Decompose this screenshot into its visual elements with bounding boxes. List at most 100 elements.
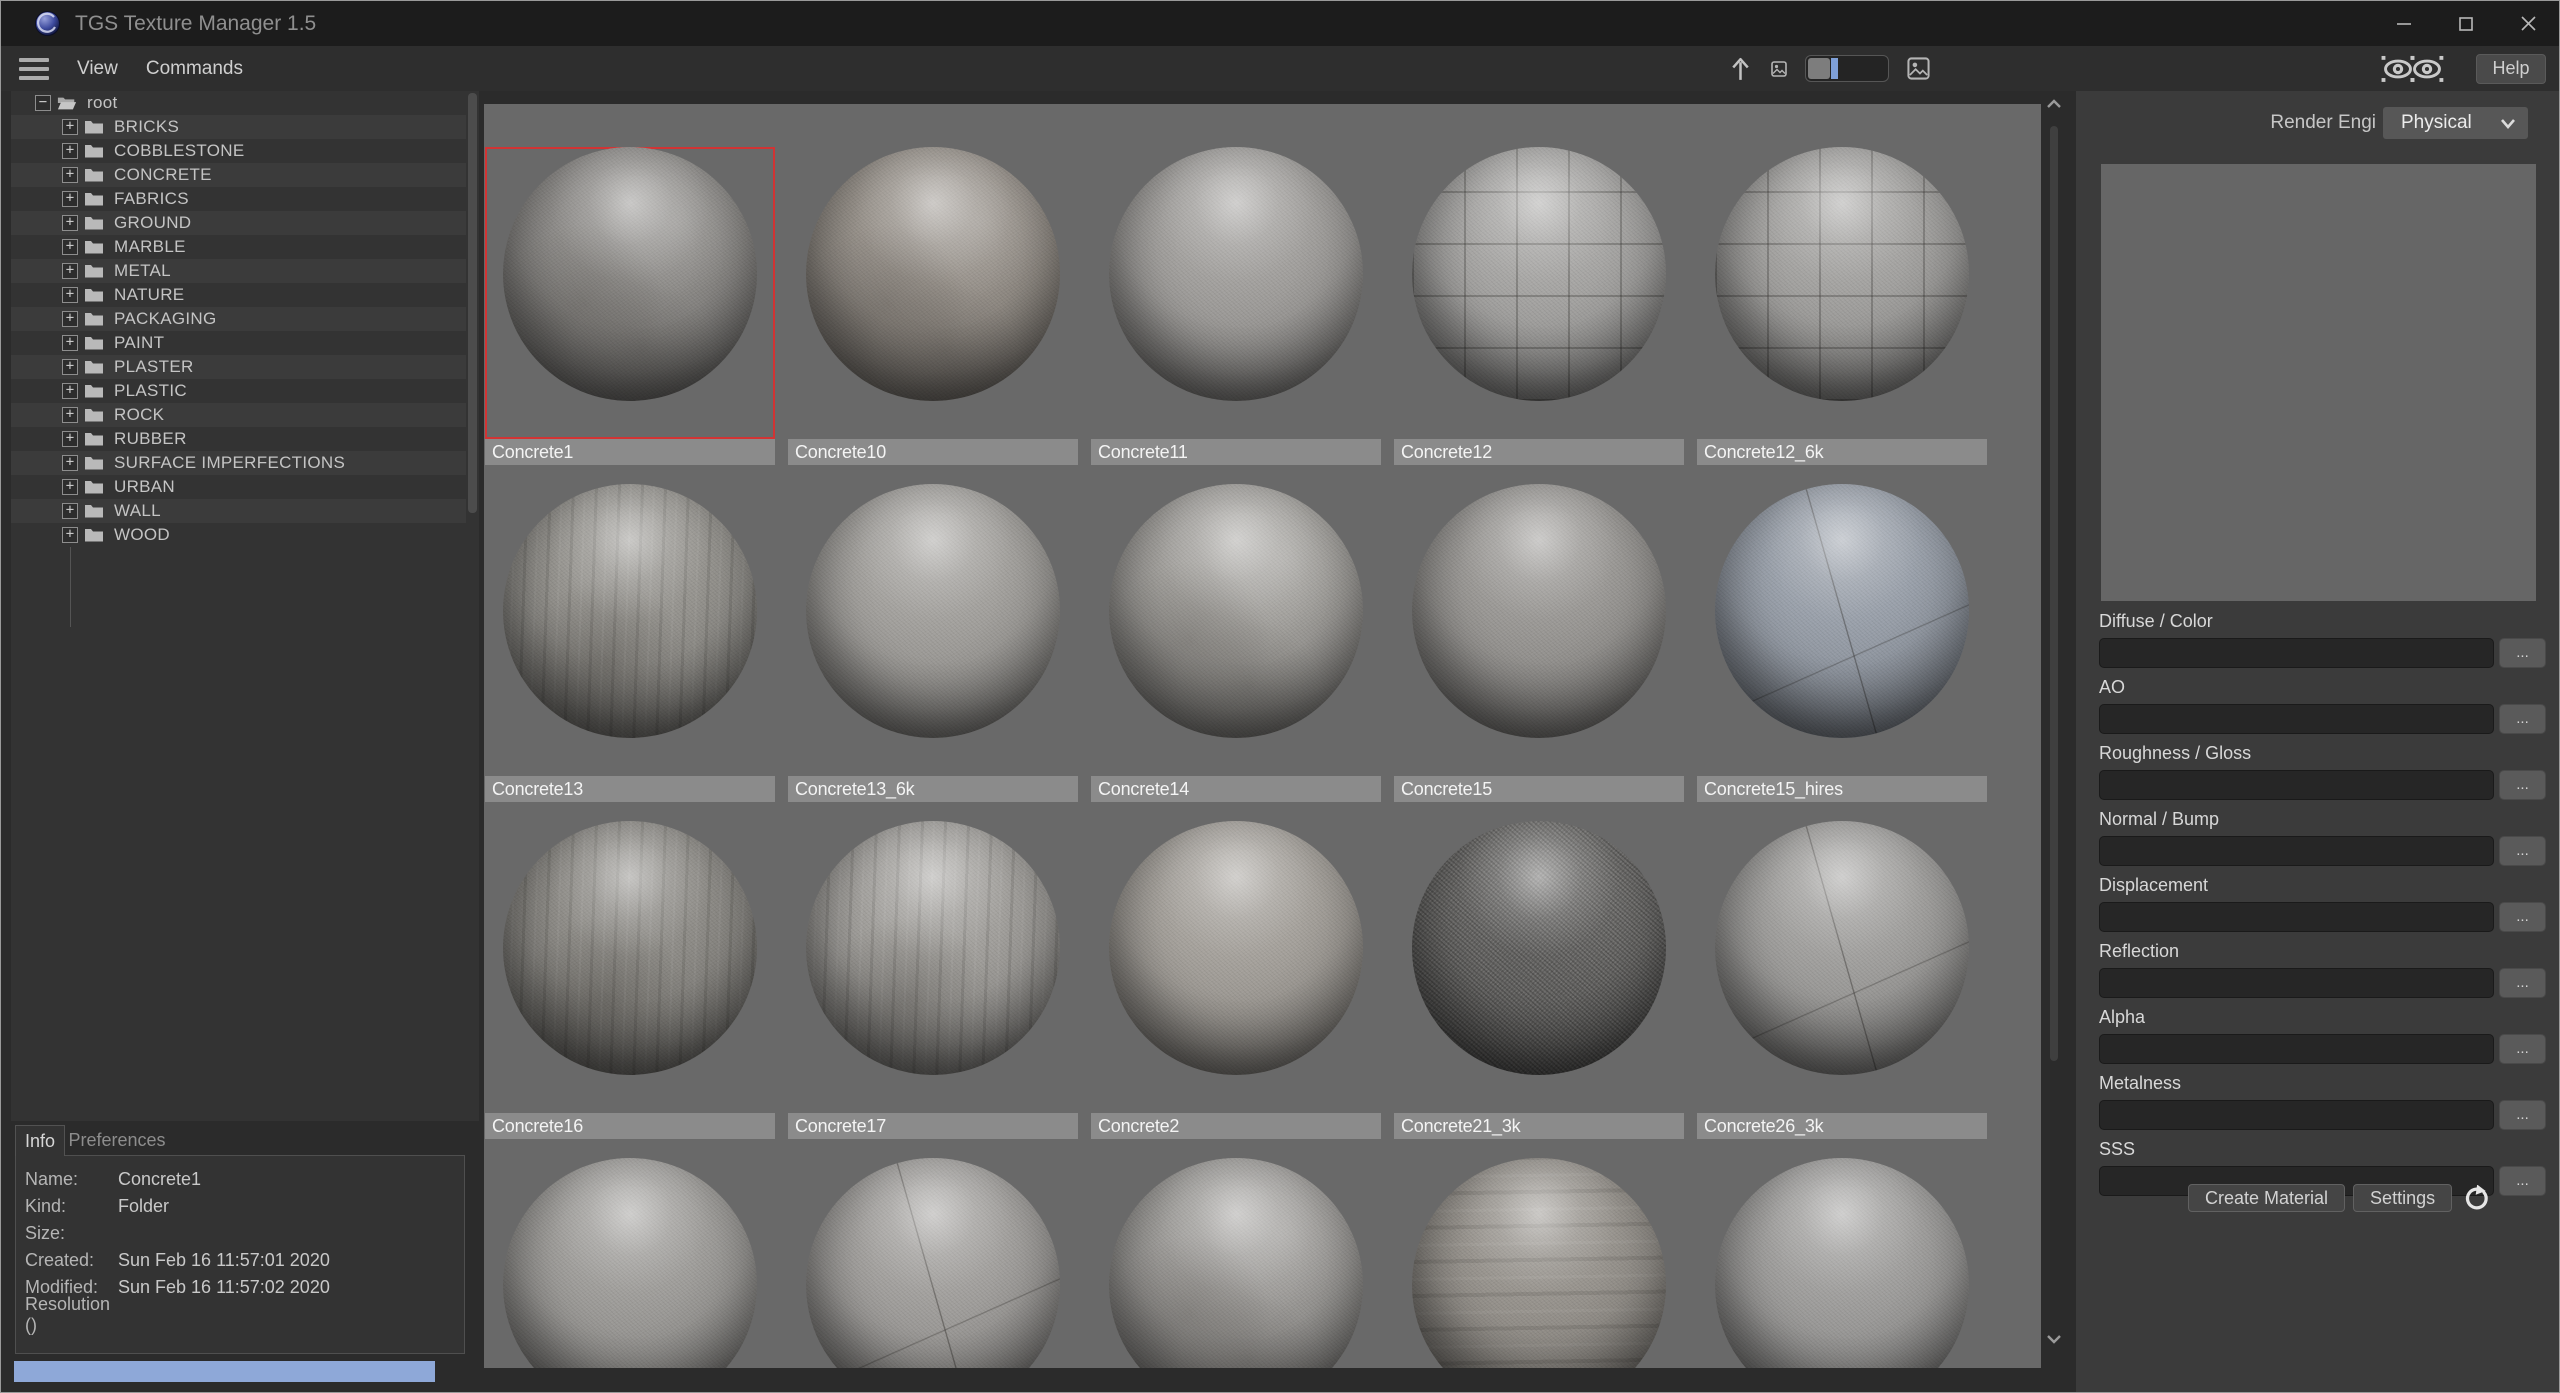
tree-folder-item[interactable]: + PLASTER <box>11 355 466 379</box>
chevron-up-icon[interactable] <box>2046 98 2062 110</box>
tree-folder-item[interactable]: + WALL <box>11 499 466 523</box>
texture-tile[interactable]: Concrete16 <box>485 802 775 1139</box>
expand-plus-icon[interactable]: + <box>62 335 78 351</box>
expand-plus-icon[interactable]: + <box>62 383 78 399</box>
texture-slot-input[interactable] <box>2099 638 2494 668</box>
expand-plus-icon[interactable]: + <box>62 143 78 159</box>
texture-slot-browse-button[interactable]: ... <box>2499 1166 2546 1196</box>
texture-tile[interactable]: Concrete17 <box>788 802 1078 1139</box>
texture-slot-input[interactable] <box>2099 1100 2494 1130</box>
chevron-down-icon[interactable] <box>2046 1333 2062 1345</box>
create-material-button[interactable]: Create Material <box>2188 1184 2346 1212</box>
texture-preview-sphere[interactable] <box>788 147 1078 439</box>
texture-preview-sphere[interactable] <box>1697 821 1987 1113</box>
expand-plus-icon[interactable]: + <box>62 287 78 303</box>
expand-plus-icon[interactable]: + <box>62 455 78 471</box>
tab-preferences[interactable]: Preferences <box>67 1125 167 1155</box>
texture-tile[interactable]: Concrete11 <box>1091 128 1381 465</box>
slider-handle[interactable] <box>1808 58 1830 79</box>
texture-slot-input[interactable] <box>2099 704 2494 734</box>
texture-tile[interactable]: Concrete15_hires <box>1697 465 1987 802</box>
texture-slot-browse-button[interactable]: ... <box>2499 1034 2546 1064</box>
close-button[interactable] <box>2497 1 2559 46</box>
texture-slot-browse-button[interactable]: ... <box>2499 638 2546 668</box>
help-button[interactable]: Help <box>2476 53 2546 84</box>
texture-preview-sphere[interactable] <box>485 484 775 776</box>
texture-tile[interactable]: Concrete26_3k <box>1697 802 1987 1139</box>
tree-folder-item[interactable]: + MARBLE <box>11 235 466 259</box>
expand-plus-icon[interactable]: + <box>62 191 78 207</box>
maximize-button[interactable] <box>2435 1 2497 46</box>
tree-folder-item[interactable]: + PACKAGING <box>11 307 466 331</box>
render-engine-select[interactable]: Physical <box>2383 107 2528 139</box>
texture-slot-browse-button[interactable]: ... <box>2499 968 2546 998</box>
texture-slot-browse-button[interactable]: ... <box>2499 1100 2546 1130</box>
tree-scrollbar[interactable] <box>468 93 477 1117</box>
expand-plus-icon[interactable]: + <box>62 119 78 135</box>
texture-slot-input[interactable] <box>2099 902 2494 932</box>
texture-tile[interactable]: Concrete12 <box>1394 128 1684 465</box>
texture-preview-sphere[interactable] <box>485 821 775 1113</box>
expand-plus-icon[interactable]: + <box>62 407 78 423</box>
texture-tile[interactable]: Concrete10 <box>788 128 1078 465</box>
tab-info[interactable]: Info <box>15 1125 65 1156</box>
texture-tile[interactable]: Concrete12_6k <box>1697 128 1987 465</box>
tree-folder-item[interactable]: + WOOD <box>11 523 466 547</box>
minimize-button[interactable] <box>2373 1 2435 46</box>
hamburger-menu-icon[interactable] <box>19 57 49 80</box>
expand-plus-icon[interactable]: + <box>62 503 78 519</box>
texture-slot-browse-button[interactable]: ... <box>2499 902 2546 932</box>
tree-folder-item[interactable]: + PAINT <box>11 331 466 355</box>
tree-folder-item[interactable]: + NATURE <box>11 283 466 307</box>
expand-plus-icon[interactable]: + <box>62 239 78 255</box>
texture-tile[interactable] <box>1091 1139 1381 1368</box>
tree-folder-item[interactable]: + ROCK <box>11 403 466 427</box>
texture-preview-sphere[interactable] <box>1697 147 1987 439</box>
eye-icon[interactable] <box>2410 55 2444 83</box>
tree-folder-item[interactable]: + METAL <box>11 259 466 283</box>
expand-plus-icon[interactable]: + <box>62 215 78 231</box>
tree-folder-item[interactable]: + CONCRETE <box>11 163 466 187</box>
texture-preview-sphere[interactable] <box>788 1158 1078 1368</box>
texture-preview-sphere[interactable] <box>1394 821 1684 1113</box>
texture-preview-sphere[interactable] <box>1394 1158 1684 1368</box>
expand-plus-icon[interactable]: + <box>62 263 78 279</box>
texture-preview-sphere[interactable] <box>1091 1158 1381 1368</box>
texture-tile[interactable]: Concrete1 <box>485 128 775 465</box>
texture-preview-sphere[interactable] <box>1091 147 1381 439</box>
texture-preview-sphere[interactable] <box>1091 821 1381 1113</box>
collapse-minus-icon[interactable]: − <box>35 95 51 111</box>
texture-tile[interactable] <box>485 1139 775 1368</box>
tree-folder-item[interactable]: + PLASTIC <box>11 379 466 403</box>
expand-plus-icon[interactable]: + <box>62 431 78 447</box>
grid-scrollbar-thumb[interactable] <box>2050 126 2058 1061</box>
tree-folder-item[interactable]: + COBBLESTONE <box>11 139 466 163</box>
texture-slot-browse-button[interactable]: ... <box>2499 704 2546 734</box>
expand-plus-icon[interactable]: + <box>62 311 78 327</box>
tree-scrollbar-thumb[interactable] <box>468 93 477 513</box>
texture-tile[interactable]: Concrete13 <box>485 465 775 802</box>
texture-preview-sphere[interactable] <box>788 821 1078 1113</box>
texture-slot-input[interactable] <box>2099 968 2494 998</box>
grid-scrollbar[interactable] <box>2045 96 2063 1366</box>
texture-slot-input[interactable] <box>2099 1034 2494 1064</box>
expand-plus-icon[interactable]: + <box>62 527 78 543</box>
thumbnail-size-slider[interactable] <box>1805 55 1889 82</box>
texture-tile[interactable]: Concrete13_6k <box>788 465 1078 802</box>
expand-plus-icon[interactable]: + <box>62 359 78 375</box>
expand-plus-icon[interactable]: + <box>62 167 78 183</box>
texture-preview-sphere[interactable] <box>1394 147 1684 439</box>
texture-tile[interactable]: Concrete2 <box>1091 802 1381 1139</box>
texture-slot-browse-button[interactable]: ... <box>2499 770 2546 800</box>
texture-preview-sphere[interactable] <box>485 1158 775 1368</box>
tree-folder-item[interactable]: + FABRICS <box>11 187 466 211</box>
refresh-icon[interactable] <box>2462 1184 2490 1212</box>
up-arrow-icon[interactable] <box>1728 55 1753 82</box>
menu-view[interactable]: View <box>77 58 118 80</box>
texture-preview-sphere[interactable] <box>788 484 1078 776</box>
texture-slot-input[interactable] <box>2099 770 2494 800</box>
texture-tile[interactable] <box>1394 1139 1684 1368</box>
tree-root-item[interactable]: − root <box>11 91 466 115</box>
texture-preview-sphere[interactable] <box>1697 484 1987 776</box>
texture-slot-browse-button[interactable]: ... <box>2499 836 2546 866</box>
